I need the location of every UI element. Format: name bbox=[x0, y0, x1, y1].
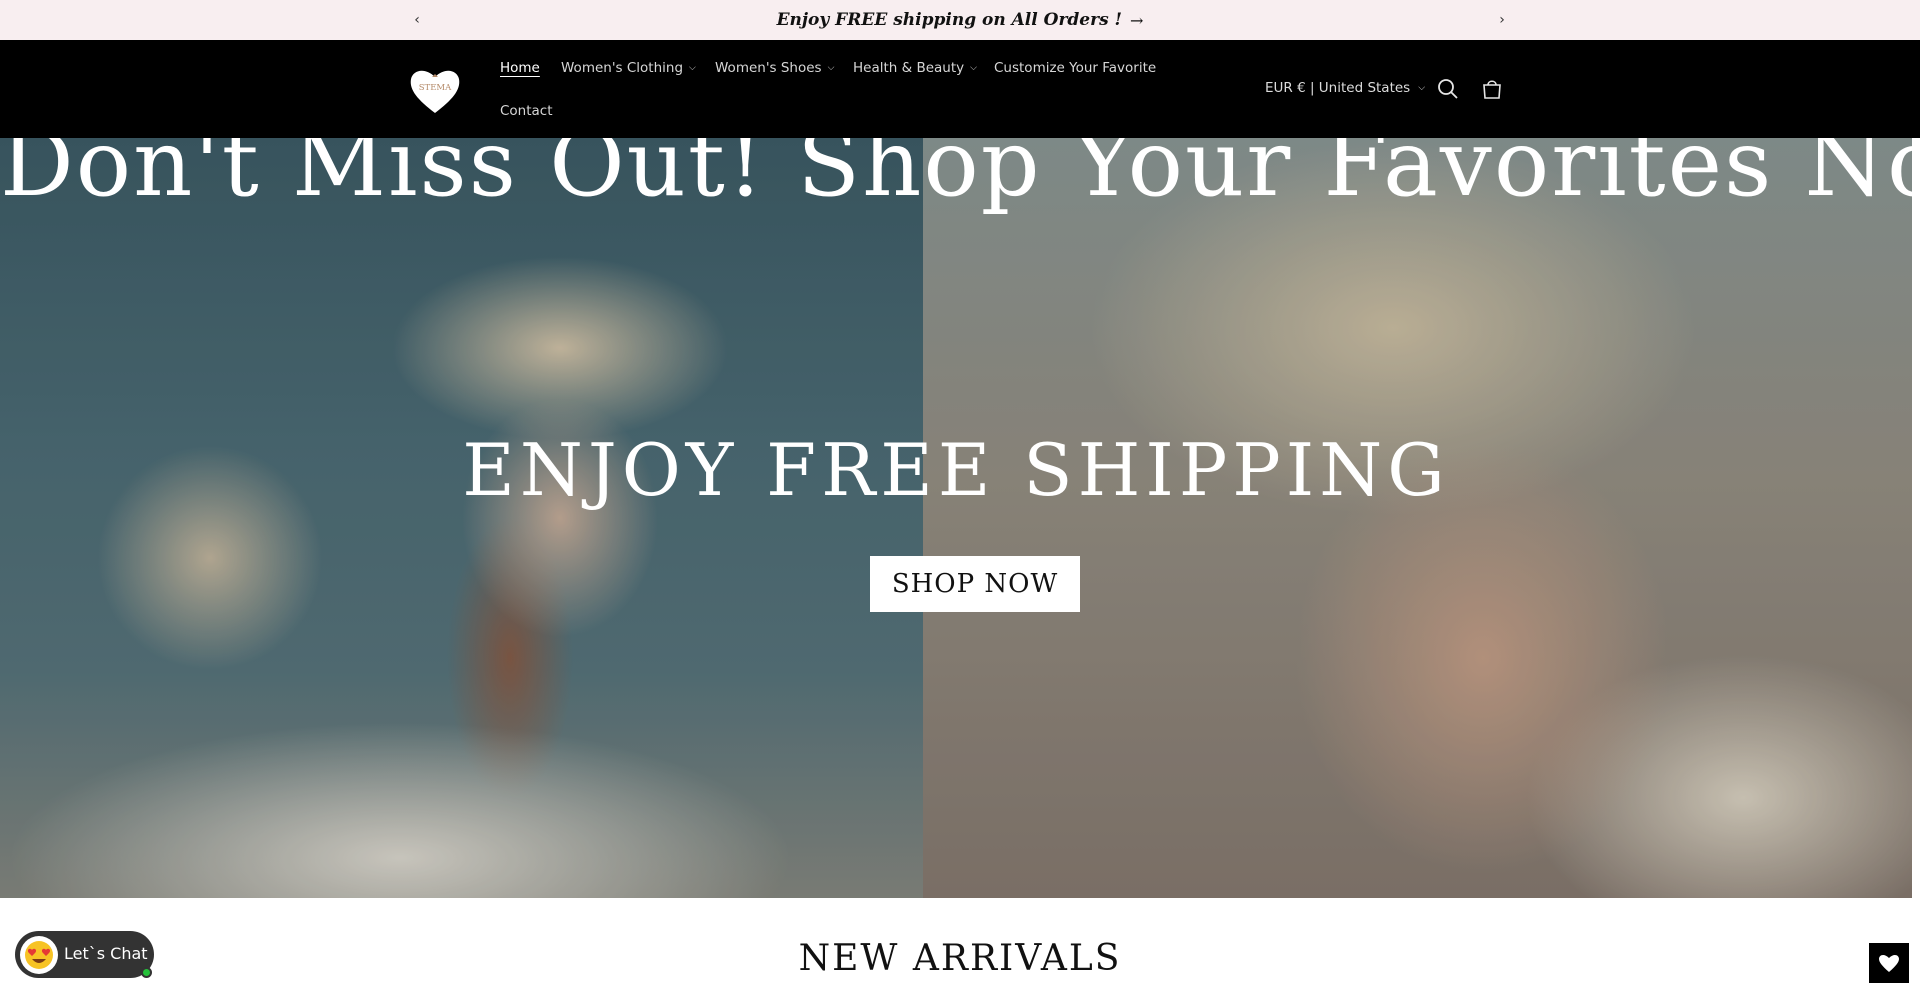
nav-health-beauty[interactable]: Health & Beauty ⌵ bbox=[853, 60, 977, 76]
nav-customize-label: Customize Your Favorite bbox=[994, 60, 1157, 76]
nav-womens-shoes-label: Women's Shoes bbox=[715, 60, 822, 76]
hero-banner-text: Don't Miss Out! Shop Your Favorites Now! bbox=[0, 138, 1912, 217]
heart-icon bbox=[1879, 955, 1899, 972]
chevron-right-icon[interactable]: › bbox=[1490, 8, 1514, 32]
section-title: NEW ARRIVALS bbox=[798, 938, 1122, 979]
country-selector[interactable]: EUR € | United States ⌵ bbox=[1265, 80, 1425, 96]
nav-home-label: Home bbox=[500, 60, 540, 76]
nav-customize-your-favorite[interactable]: Customize Your Favorite bbox=[994, 60, 1156, 76]
heart-eyes-emoji-icon bbox=[20, 936, 58, 974]
nav-health-beauty-label: Health & Beauty bbox=[853, 60, 965, 76]
search-icon[interactable] bbox=[1437, 78, 1459, 100]
shop-now-button[interactable]: SHOP NOW bbox=[870, 556, 1080, 612]
hero-banner: Don't Miss Out! Shop Your Favorites Now!… bbox=[0, 138, 1912, 898]
site-header: STEMA Home Women's Clothing ⌵ Women's Sh… bbox=[0, 40, 1920, 138]
hero-overlay bbox=[0, 138, 1912, 898]
hero-headline: ENJOY FREE SHIPPING bbox=[462, 428, 1450, 512]
announcement-bar: ‹ Enjoy FREE shipping on All Orders ! → … bbox=[0, 0, 1920, 40]
nav-contact[interactable]: Contact bbox=[500, 103, 553, 119]
chat-label: Let`s Chat bbox=[64, 944, 148, 963]
chat-button[interactable]: Let`s Chat bbox=[15, 931, 154, 978]
chevron-down-icon: ⌵ bbox=[1418, 83, 1426, 93]
chevron-down-icon: ⌵ bbox=[970, 63, 977, 73]
nav-home[interactable]: Home bbox=[500, 60, 540, 76]
chevron-down-icon: ⌵ bbox=[827, 63, 835, 73]
nav-contact-label: Contact bbox=[500, 103, 553, 119]
online-status-dot bbox=[141, 967, 152, 978]
nav-womens-shoes[interactable]: Women's Shoes ⌵ bbox=[715, 60, 834, 76]
country-selector-label: EUR € | United States bbox=[1265, 80, 1411, 96]
arrow-right-icon: → bbox=[1130, 10, 1144, 30]
chevron-down-icon: ⌵ bbox=[689, 63, 696, 73]
logo-text: STEMA bbox=[419, 83, 452, 93]
wishlist-button[interactable] bbox=[1869, 943, 1909, 983]
nav-womens-clothing-label: Women's Clothing bbox=[561, 60, 684, 76]
cart-icon[interactable] bbox=[1481, 78, 1503, 100]
logo[interactable]: STEMA bbox=[408, 66, 462, 116]
announcement-link[interactable]: Enjoy FREE shipping on All Orders ! → bbox=[0, 0, 1920, 40]
announcement-text: Enjoy FREE shipping on All Orders ! bbox=[776, 10, 1123, 30]
nav-womens-clothing[interactable]: Women's Clothing ⌵ bbox=[561, 60, 696, 76]
